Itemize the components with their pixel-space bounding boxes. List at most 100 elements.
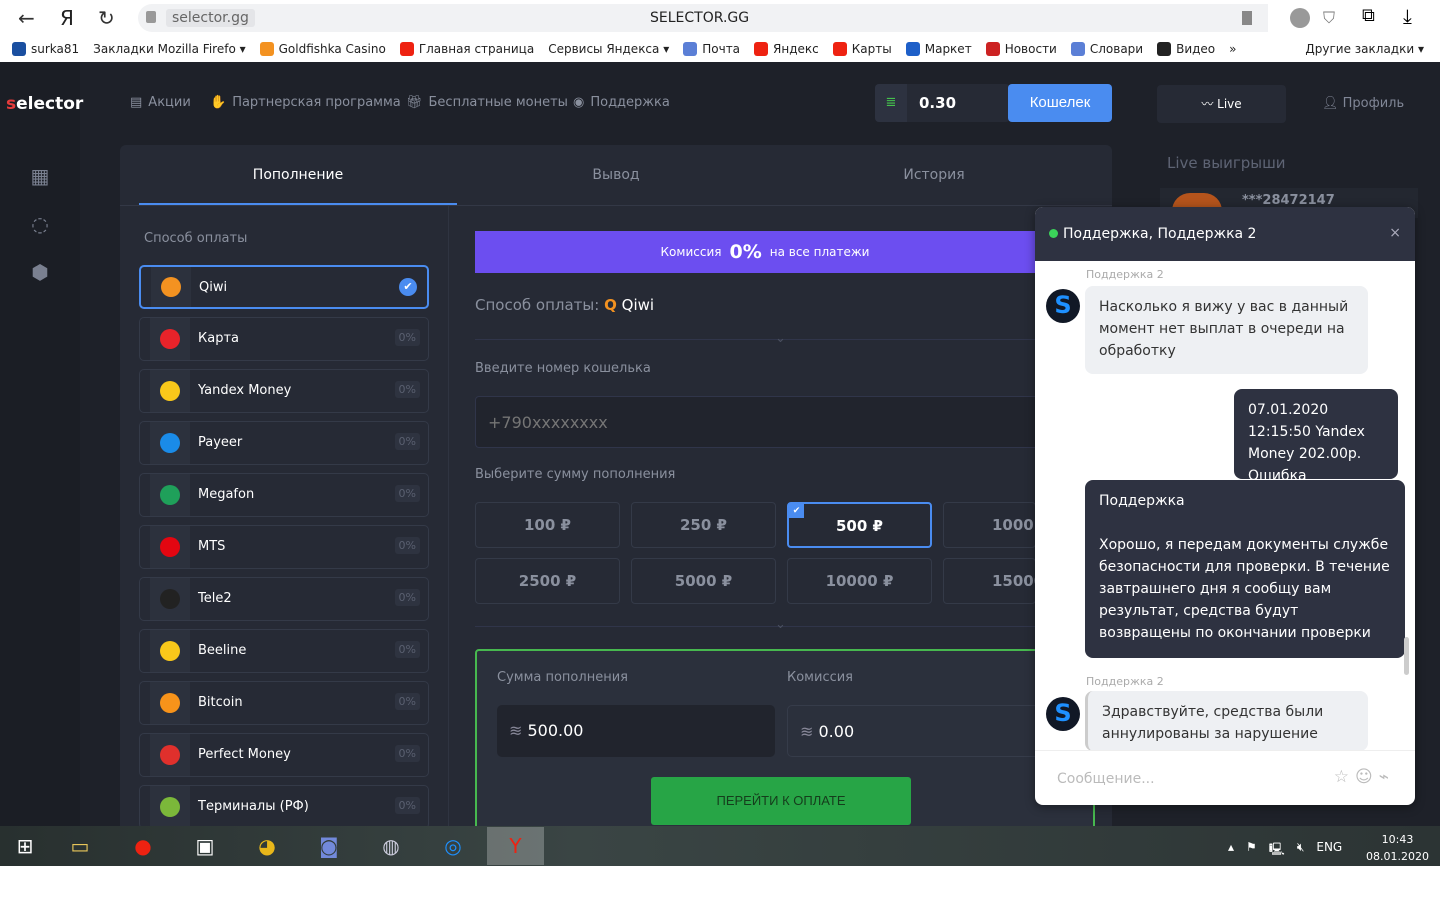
close-chat-button[interactable]: × — [1389, 225, 1401, 241]
chat-scrollbar[interactable] — [1404, 637, 1409, 675]
payment-method-7[interactable]: Beeline 0% — [139, 629, 429, 673]
amount-option[interactable]: 100 ₽ — [475, 502, 620, 548]
amount-option[interactable]: 5000 ₽ — [631, 558, 776, 604]
amount-option[interactable]: 1000 ₽ — [943, 502, 1036, 548]
payment-logo-icon — [150, 422, 190, 464]
tab-history[interactable]: История — [775, 145, 1093, 205]
bookmarks-bar: surka81 Закладки Mozilla Firefo ▾ Goldfish… — [0, 36, 1440, 62]
back-icon[interactable]: ← — [18, 6, 35, 30]
amount-option[interactable]: 15000 ₽ — [943, 558, 1036, 604]
uplay-icon[interactable]: ◎ — [436, 830, 470, 862]
language-indicator[interactable]: ENG — [1316, 840, 1342, 861]
bookmark-item[interactable]: Другие закладки ▾ — [1305, 42, 1424, 56]
volume-muted-icon[interactable]: 🔇︎ — [1297, 840, 1305, 861]
slots-icon[interactable]: ▦ — [28, 164, 52, 188]
star-icon[interactable]: ☆ — [1334, 767, 1355, 787]
dice-icon[interactable]: ⬢ — [28, 260, 52, 284]
recorder-icon[interactable]: ● — [126, 830, 160, 862]
payment-method-9[interactable]: Perfect Money 0% — [139, 733, 429, 777]
payment-logo-icon — [150, 786, 190, 828]
bookmark-favicon-icon — [1157, 42, 1172, 56]
proceed-to-payment-button[interactable]: ПЕРЕЙТИ К ОПЛАТЕ — [651, 777, 911, 825]
amount-option[interactable]: 500 ₽ — [787, 502, 932, 548]
gift-icon: 🎁︎ — [406, 95, 423, 110]
amount-option[interactable]: 250 ₽ — [631, 502, 776, 548]
yandex-home-icon[interactable]: Я — [60, 6, 74, 30]
nav-promotions[interactable]: ▤ Акции — [130, 95, 191, 110]
chrome-icon[interactable]: ◕ — [250, 830, 284, 862]
bookmark-item[interactable]: Словари — [1070, 42, 1143, 56]
payment-method-10[interactable]: Терминалы (РФ) 0% — [139, 785, 429, 829]
chat-message-input[interactable]: Сообщение... ☆☺⌁ — [1035, 750, 1415, 805]
roulette-icon[interactable]: ◌ — [28, 212, 52, 236]
payment-logo-icon — [150, 578, 190, 620]
attach-icon[interactable]: ⌁ — [1379, 767, 1395, 787]
payment-method-0[interactable]: Qiwi ✔ — [139, 265, 429, 309]
bookmark-item[interactable]: surka81 — [12, 42, 79, 56]
url-text[interactable]: selector.gg — [166, 9, 255, 27]
bookmark-item[interactable]: Закладки Mozilla Firefo ▾ — [93, 42, 245, 56]
start-icon[interactable]: ⊞ — [8, 830, 42, 862]
chat-message: Насколько я вижу у вас в данный момент н… — [1085, 286, 1368, 374]
payment-method-2[interactable]: Yandex Money 0% — [139, 369, 429, 413]
divider — [120, 205, 1112, 206]
nav-support[interactable]: ◉ Поддержка — [573, 95, 670, 110]
payment-method-4[interactable]: Megafon 0% — [139, 473, 429, 517]
bookmark-item[interactable]: Видео — [1157, 42, 1215, 56]
discord-icon[interactable]: ◙ — [312, 830, 346, 862]
fee-badge: 0% — [394, 745, 420, 762]
payment-method-5[interactable]: MTS 0% — [139, 525, 429, 569]
bookmark-item[interactable]: Маркет — [905, 42, 972, 56]
nav-affiliate[interactable]: ✋ Партнерская программа — [210, 95, 401, 110]
reload-icon[interactable]: ↻ — [98, 6, 115, 30]
payment-logo-icon — [151, 267, 191, 307]
steam-icon[interactable]: ◍ — [374, 830, 408, 862]
message-author: Поддержка 2 — [1086, 268, 1164, 281]
commission-banner: Комиссия 0% на все платежи — [475, 231, 1055, 273]
amount-option[interactable]: 2500 ₽ — [475, 558, 620, 604]
clock[interactable]: 10:43 08.01.2020 — [1366, 831, 1429, 865]
bookmark-item[interactable]: Почта — [683, 42, 740, 56]
sum-label: Сумма пополнения — [497, 670, 628, 685]
payment-method-6[interactable]: Tele2 0% — [139, 577, 429, 621]
download-icon[interactable]: ⤓ — [1403, 4, 1412, 28]
amount-option[interactable]: 10000 ₽ — [787, 558, 932, 604]
chevron-down-icon: ⌄ — [775, 617, 786, 632]
payment-method-3[interactable]: Payeer 0% — [139, 421, 429, 465]
bookmark-item[interactable]: » — [1229, 42, 1236, 56]
bookmark-item[interactable]: Главная страница — [399, 42, 534, 56]
tab-withdraw[interactable]: Вывод — [457, 145, 775, 205]
bookmark-item[interactable]: Карты — [832, 42, 892, 56]
chevron-up-icon[interactable]: ▴ — [1228, 840, 1234, 861]
tab-deposit[interactable]: Пополнение — [139, 145, 457, 205]
balance-display: ≣ 0.30 — [875, 84, 1010, 122]
globe-icon[interactable] — [1290, 8, 1310, 28]
emoji-icon[interactable]: ☺ — [1355, 767, 1379, 787]
payment-method-8[interactable]: Bitcoin 0% — [139, 681, 429, 725]
bookmark-item[interactable]: Новости — [985, 42, 1057, 56]
live-button[interactable]: 〰 Live — [1157, 85, 1286, 123]
bookmark-item[interactable]: Goldfishka Casino — [259, 42, 386, 56]
fee-badge: 0% — [394, 693, 420, 710]
network-icon[interactable]: 🖳︎ — [1269, 840, 1285, 861]
payment-method-1[interactable]: Карта 0% — [139, 317, 429, 361]
video-editor-icon[interactable]: ▣ — [188, 830, 222, 862]
wallet-number-input[interactable] — [475, 396, 1055, 448]
bookmark-item[interactable]: Яндекс — [754, 42, 819, 56]
profile-button[interactable]: 👤︎ Профиль — [1322, 96, 1404, 111]
payment-logo-icon — [150, 474, 190, 516]
file-explorer-icon[interactable]: ▭ — [63, 830, 97, 862]
yandex-browser-icon[interactable]: Y — [487, 827, 544, 865]
fee-field: ≋ 0.00 — [787, 705, 1067, 757]
extensions-icon[interactable]: ⧉ — [1362, 5, 1375, 26]
bookmark-icon[interactable] — [1242, 11, 1252, 25]
site-logo[interactable]: selector — [6, 94, 83, 114]
sum-field[interactable]: ≋ 500.00 — [497, 705, 775, 757]
live-wins-title: Live выигрыши — [1167, 154, 1286, 172]
nav-free-coins[interactable]: 🎁︎ Бесплатные монеты — [406, 95, 568, 110]
wallet-button[interactable]: Кошелек — [1008, 84, 1112, 122]
flag-icon[interactable]: ⚑ — [1246, 840, 1257, 861]
bookmark-item[interactable]: Сервисы Яндекса ▾ — [548, 42, 669, 56]
check-icon: ✔ — [399, 278, 417, 296]
shield-icon[interactable]: ⛉ — [1323, 8, 1335, 28]
